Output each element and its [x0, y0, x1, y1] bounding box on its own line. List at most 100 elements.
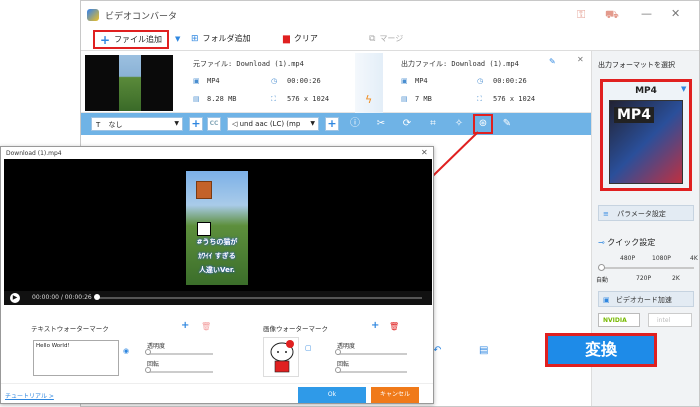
delete-text-watermark-icon[interactable]: 🗑 [201, 322, 211, 331]
parameter-label: パラメータ設定 [617, 210, 666, 218]
footer-divider [1, 383, 433, 384]
add-image-watermark-button[interactable]: + [371, 320, 379, 331]
plus-icon: + [100, 32, 111, 47]
text-watermark-label: テキストウォーターマーク [31, 325, 109, 333]
minimize-icon[interactable]: — [641, 7, 652, 20]
info-icon[interactable]: ⓘ [349, 118, 361, 130]
output-duration: 00:00:26 [493, 77, 527, 85]
quality-slider-knob[interactable] [598, 264, 605, 271]
cancel-button[interactable]: キャンセル [371, 387, 419, 403]
main-toolbar: + ファイル追加 ▼ ⊞ フォルダ追加 ▆ クリア ⧉ マージ [81, 29, 699, 51]
seek-bar[interactable] [94, 294, 422, 300]
source-filename: 元ファイル: Download (1).mp4 [193, 60, 304, 68]
open-image-icon[interactable]: ▢ [305, 344, 312, 352]
output-folder-icon[interactable]: ▤ [479, 345, 488, 356]
output-filename: 出力ファイル: Download (1).mp4 [401, 60, 519, 68]
output-format-title: 出力フォーマットを選択 [598, 61, 675, 69]
image-opacity-slider[interactable] [337, 353, 407, 355]
text-style-icon[interactable]: ◉ [123, 347, 129, 355]
add-text-watermark-button[interactable]: + [181, 320, 189, 331]
watermark-text-input[interactable]: Hello World! [33, 340, 119, 376]
image-opacity-knob[interactable] [335, 349, 341, 355]
resolution-icon: ⛶ [271, 95, 276, 103]
format-selector[interactable]: MP4 ▼ MP4 [600, 79, 692, 191]
delete-image-watermark-icon[interactable]: 🗑 [389, 322, 399, 331]
audio-select[interactable]: ◁ und aac (LC) (mp ▼ [227, 117, 319, 131]
tutorial-link[interactable]: チュートリアル > [5, 391, 54, 400]
tick-1080p: 1080P [652, 255, 671, 262]
image-rotate-slider[interactable] [337, 371, 407, 373]
source-size: 8.28 MB [207, 95, 237, 103]
format-icon: ▣ [193, 77, 200, 85]
subtitle-value: なし [108, 121, 123, 129]
key-icon[interactable]: ⚿ [577, 8, 585, 22]
add-subtitle-button[interactable]: + [189, 117, 203, 131]
text-icon: T [96, 121, 101, 129]
chevron-down-icon: ▼ [174, 120, 179, 127]
intel-badge[interactable]: intel [648, 313, 692, 327]
undo-icon[interactable]: ↶ [433, 345, 441, 356]
video-preview: #うちの猫が ｶﾜｲｲ すぎる 人違いVer. [4, 159, 432, 291]
app-title: ビデオコンバータ [105, 12, 178, 22]
add-folder-button[interactable]: ⊞ フォルダ追加 [191, 33, 251, 44]
text-opacity-slider[interactable] [147, 353, 213, 355]
format-caret-icon: ▼ [681, 85, 687, 93]
play-icon[interactable]: ▶ [10, 293, 20, 303]
subtitle-edit-icon[interactable]: ✎ [501, 118, 513, 130]
edit-name-icon[interactable]: ✎ [549, 57, 556, 66]
overlay-line-1: #うちの猫が [196, 238, 238, 246]
audio-chevron-icon: ▼ [310, 120, 315, 127]
quality-slider[interactable] [600, 267, 694, 269]
trash-icon: ▆ [283, 33, 290, 44]
cart-icon[interactable]: ⛟ [605, 8, 619, 23]
video-thumbnail[interactable] [85, 55, 173, 111]
overlay-line-2: ｶﾜｲｲ すぎる [198, 252, 236, 260]
text-opacity-knob[interactable] [145, 349, 151, 355]
convert-button[interactable]: 変換 [545, 333, 657, 367]
ok-button[interactable]: Ok [298, 387, 366, 403]
format-label: MP4 [635, 86, 657, 96]
editor-close-icon[interactable]: ✕ [421, 148, 428, 157]
tick-4k: 4K [690, 255, 698, 262]
parameter-settings-button[interactable]: ≡ パラメータ設定 [598, 205, 694, 221]
add-file-dropdown-icon[interactable]: ▼ [175, 35, 180, 43]
seek-knob[interactable] [94, 294, 100, 300]
clear-label: クリア [293, 34, 318, 43]
video-frame: #うちの猫が ｶﾜｲｲ すぎる 人違いVer. [186, 171, 248, 285]
watermark-image-thumbnail[interactable] [263, 337, 299, 377]
close-window-icon[interactable]: ✕ [671, 7, 680, 20]
subtitle-select[interactable]: T なし ▼ [91, 117, 183, 131]
merge-icon: ⧉ [369, 33, 376, 44]
sliders-icon: ≡ [603, 210, 609, 218]
merge-label: マージ [379, 34, 404, 43]
overlay-line-3: 人違いVer. [199, 266, 235, 274]
remove-item-icon[interactable]: ✕ [577, 55, 584, 64]
output-size: 7 MB [415, 95, 432, 103]
lightning-icon: ϟ [365, 93, 373, 106]
clear-button[interactable]: ▆ クリア [283, 33, 318, 44]
nvidia-badge[interactable]: NVIDIA [598, 313, 640, 327]
add-file-button[interactable]: + ファイル追加 [93, 30, 170, 49]
out-clock-icon: ◷ [477, 77, 484, 85]
gpu-acceleration-button[interactable]: ▣ ビデオカード加速 [598, 291, 694, 307]
out-format-icon: ▣ [401, 77, 408, 85]
file-list-item[interactable]: 元ファイル: Download (1).mp4 ▣ MP4 ◷ 00:00:26… [81, 51, 591, 113]
source-resolution: 576 x 1024 [287, 95, 330, 103]
thumbnail-image [119, 55, 141, 111]
playback-controls: ▶ 00:00:00 / 00:00:26 [4, 291, 432, 305]
text-rotate-knob[interactable] [145, 367, 151, 373]
hello-kitty-icon [270, 340, 294, 373]
image-rotate-knob[interactable] [335, 367, 341, 373]
image-watermark-preview[interactable] [197, 222, 211, 236]
text-rotate-slider[interactable] [147, 371, 213, 373]
add-audio-button[interactable]: + [325, 117, 339, 131]
speaker-icon: ◁ [232, 120, 238, 128]
quick-label: クイック設定 [607, 238, 656, 247]
clock-icon: ◷ [271, 77, 278, 85]
quick-icon: ⊸ [598, 238, 605, 247]
cc-icon[interactable]: CC [207, 117, 221, 131]
output-format: MP4 [415, 77, 428, 85]
add-folder-label: フォルダ追加 [202, 34, 251, 43]
merge-button[interactable]: ⧉ マージ [369, 33, 403, 44]
editor-title: Download (1).mp4 [6, 150, 62, 157]
